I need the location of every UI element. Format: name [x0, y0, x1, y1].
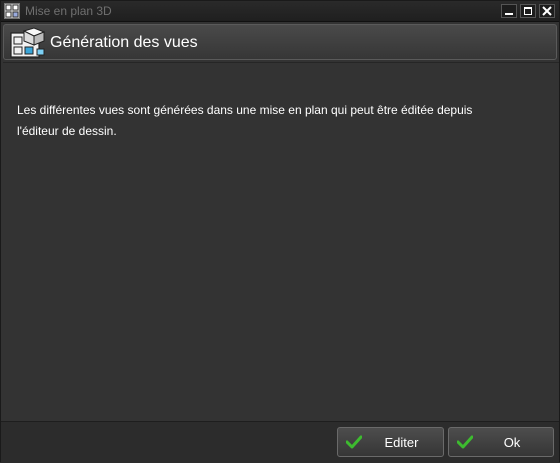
message-line-1: Les différentes vues sont générées dans …: [17, 103, 473, 117]
ok-button-label: Ok: [503, 435, 521, 450]
minimize-icon: [505, 13, 513, 15]
message-text: Les différentes vues sont générées dans …: [17, 100, 537, 142]
ok-button[interactable]: Ok: [448, 427, 554, 457]
edit-button-label: Editer: [384, 435, 419, 450]
maximize-icon: [524, 7, 532, 15]
section-header: Génération des vues: [3, 24, 557, 60]
dialog-window: Mise en plan 3D Génération des vues Les …: [0, 0, 560, 463]
button-bar: Editer Ok: [1, 421, 559, 463]
close-icon: [542, 6, 552, 16]
close-button[interactable]: [539, 4, 555, 18]
message-line-2: l'éditeur de dessin.: [17, 124, 117, 138]
edit-button[interactable]: Editer: [337, 427, 444, 457]
section-title: Génération des vues: [50, 34, 198, 51]
window-title: Mise en plan 3D: [25, 4, 112, 18]
header-divider: [3, 62, 559, 63]
drawing-views-icon: [10, 27, 46, 58]
app-icon: [4, 3, 20, 19]
maximize-button[interactable]: [520, 4, 536, 18]
title-bar[interactable]: Mise en plan 3D: [1, 1, 559, 22]
minimize-button[interactable]: [501, 4, 517, 18]
